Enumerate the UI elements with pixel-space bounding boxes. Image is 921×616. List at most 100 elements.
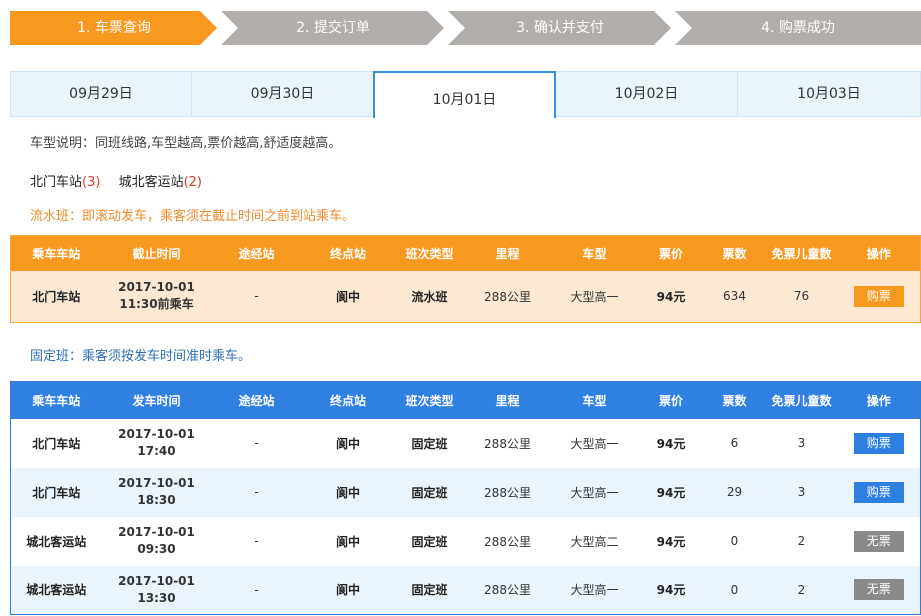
cell-tickets: 634 (703, 270, 766, 323)
table-row: 北门车站 2017-10-01 17:40 - 阆中 固定班 288公里 大型高一… (10, 418, 921, 468)
cell-station: 北门车站 (10, 270, 102, 323)
col-header: 票数 (703, 235, 766, 271)
cell-price: 94元 (638, 565, 704, 615)
cell-time: 2017-10-01 18:30 (101, 467, 212, 517)
cell-date: 2017-10-01 (118, 525, 195, 539)
cell-time: 2017-10-01 17:40 (101, 418, 212, 468)
cell-date: 2017-10-01 (118, 476, 195, 490)
cell-type: 流水班 (394, 270, 465, 323)
cell-date: 2017-10-01 (118, 280, 195, 295)
flow-bus-table: 乘车车站 截止时间 途经站 终点站 班次类型 里程 车型 票价 票数 免票儿童数… (10, 235, 921, 323)
cell-dest: 阆中 (301, 516, 395, 566)
date-tab-1003[interactable]: 10月03日 (738, 72, 920, 117)
col-header: 班次类型 (394, 235, 465, 271)
col-header: 免票儿童数 (765, 381, 838, 419)
cell-time-text: 09:30 (137, 542, 176, 556)
sold-out-button: 无票 (853, 579, 904, 601)
vehicle-type-note: 车型说明：同班线路,车型越高,票价越高,舒适度越高。 (30, 136, 342, 151)
cell-price: 94元 (638, 516, 704, 566)
table-row: 北门车站 2017-10-01 18:30 - 阆中 固定班 288公里 大型高一… (10, 467, 921, 517)
col-header: 票数 (703, 381, 766, 419)
step-2: 2. 提交订单 (221, 11, 445, 45)
cell-tickets: 6 (703, 418, 766, 468)
date-tabs: 09月29日 09月30日 10月01日 10月02日 10月03日 (10, 71, 921, 118)
cell-time-text: 17:40 (137, 444, 176, 458)
cell-type: 固定班 (394, 418, 465, 468)
cell-via: - (211, 565, 302, 615)
cell-dest: 阆中 (301, 418, 395, 468)
date-tab-0929[interactable]: 09月29日 (11, 72, 192, 117)
cell-vehicle: 大型高一 (550, 270, 639, 323)
col-header: 途经站 (211, 235, 302, 271)
col-header: 票价 (638, 381, 704, 419)
col-header: 车型 (550, 235, 639, 271)
cell-distance: 288公里 (464, 467, 551, 517)
col-header: 操作 (837, 235, 921, 271)
buy-button[interactable]: 购票 (853, 432, 904, 454)
cell-distance: 288公里 (464, 270, 551, 323)
cell-date: 2017-10-01 (118, 573, 195, 588)
sold-out-button: 无票 (853, 530, 904, 552)
date-tab-1002[interactable]: 10月02日 (556, 72, 738, 117)
station-link-beimen[interactable]: 北门车站(3) (30, 175, 100, 190)
col-header: 终点站 (301, 235, 395, 271)
cell-action: 购票 (837, 270, 921, 323)
cell-via: - (211, 418, 302, 468)
cell-date: 2017-10-01 (118, 427, 195, 441)
col-header: 途经站 (211, 381, 302, 419)
cell-children: 3 (765, 418, 838, 468)
date-tab-0930[interactable]: 09月30日 (192, 72, 374, 117)
cell-vehicle: 大型高一 (550, 467, 639, 517)
cell-via: - (211, 516, 302, 566)
col-header: 里程 (464, 235, 551, 271)
cell-price: 94元 (638, 418, 704, 468)
cell-time-text: 13:30 (137, 590, 176, 605)
station-name: 北门车站 (30, 175, 83, 190)
buy-button[interactable]: 购票 (853, 285, 904, 307)
cell-children: 2 (765, 516, 838, 566)
cell-vehicle: 大型高二 (550, 516, 639, 566)
cell-distance: 288公里 (464, 418, 551, 468)
step-1-label: 1. 车票查询 (77, 20, 151, 36)
col-header: 终点站 (301, 381, 395, 419)
cell-children: 76 (765, 270, 838, 323)
cell-vehicle: 大型高一 (550, 565, 639, 615)
cell-via: - (211, 467, 302, 517)
cell-type: 固定班 (394, 467, 465, 517)
cell-type: 固定班 (394, 565, 465, 615)
flow-bus-note: 流水班：即滚动发车，乘客须在截止时间之前到站乘车。 (30, 209, 356, 224)
col-header: 车型 (550, 381, 639, 419)
date-tab-1001[interactable]: 10月01日 (373, 71, 556, 118)
col-header: 操作 (837, 381, 921, 419)
cell-dest: 阆中 (301, 467, 395, 517)
station-link-chengbei[interactable]: 城北客运站(2) (119, 175, 202, 190)
cell-station: 北门车站 (10, 418, 102, 468)
step-progress: 1. 车票查询 2. 提交订单 3. 确认并支付 4. 购票成功 (10, 11, 921, 45)
cell-action: 无票 (837, 565, 921, 615)
col-header: 免票儿童数 (765, 235, 838, 271)
cell-vehicle: 大型高一 (550, 418, 639, 468)
col-header: 乘车车站 (10, 381, 102, 419)
buy-button[interactable]: 购票 (853, 481, 904, 503)
cell-time: 2017-10-01 13:30 (101, 565, 212, 615)
table-row: 城北客运站 2017-10-01 13:30 - 阆中 固定班 288公里 大型高… (10, 565, 921, 615)
cell-dest: 阆中 (301, 270, 395, 323)
cell-price: 94元 (638, 270, 704, 323)
table-header-row: 乘车车站 截止时间 途经站 终点站 班次类型 里程 车型 票价 票数 免票儿童数… (10, 235, 921, 271)
cell-distance: 288公里 (464, 516, 551, 566)
cell-via: - (211, 270, 302, 323)
col-header: 里程 (464, 381, 551, 419)
cell-price: 94元 (638, 467, 704, 517)
cell-tickets: 0 (703, 565, 766, 615)
cell-tickets: 29 (703, 467, 766, 517)
col-header: 乘车车站 (10, 235, 102, 271)
cell-action: 无票 (837, 516, 921, 566)
col-header: 截止时间 (101, 235, 212, 271)
station-name: 城北客运站 (118, 175, 184, 190)
station-filter: 北门车站(3) 城北客运站(2) (30, 171, 216, 190)
cell-action: 购票 (837, 418, 921, 468)
station-count: (3) (82, 175, 101, 190)
step-4-label: 4. 购票成功 (761, 20, 835, 36)
col-header: 发车时间 (101, 381, 212, 419)
cell-type: 固定班 (394, 516, 465, 566)
